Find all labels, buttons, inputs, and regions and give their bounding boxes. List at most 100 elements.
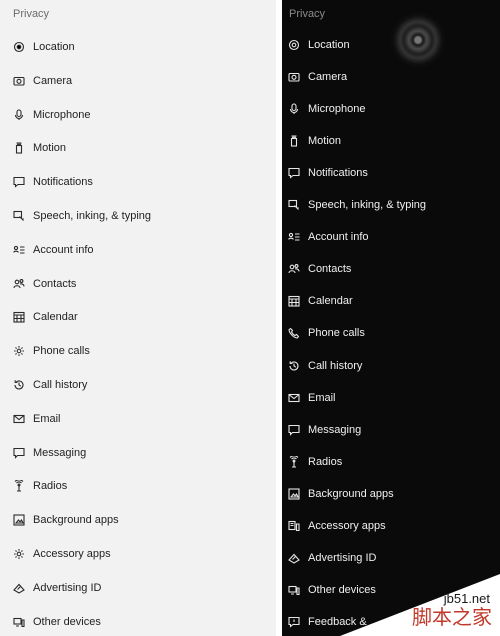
background-apps-icon xyxy=(288,488,300,500)
nav-item-label: Calendar xyxy=(33,311,78,324)
nav-item-label: Speech, inking, & typing xyxy=(33,210,152,222)
camera-icon xyxy=(288,71,300,83)
light-nav-item-phone-calls[interactable]: Phone calls xyxy=(13,341,90,361)
nav-item-label: Email xyxy=(33,412,61,425)
nav-item-label: Background apps xyxy=(308,487,394,500)
history-icon xyxy=(13,379,25,391)
background-apps-icon xyxy=(13,514,25,526)
dark-nav-item-messaging[interactable]: Messaging xyxy=(288,420,361,440)
nav-item-label: Advertising ID xyxy=(33,581,102,594)
light-privacy-panel: Privacy Location Camera Microphone Motion No… xyxy=(0,0,276,636)
dark-nav-item-radios[interactable]: Radios xyxy=(288,452,342,472)
accessory-apps-icon xyxy=(288,520,300,532)
phone-icon xyxy=(288,327,300,340)
radios-icon xyxy=(13,480,25,492)
light-nav-item-account-info[interactable]: Account info xyxy=(13,240,94,260)
microphone-icon xyxy=(13,109,25,121)
speech-icon xyxy=(13,210,25,222)
light-nav-item-contacts[interactable]: Contacts xyxy=(13,274,76,294)
dark-nav-item-accessory-apps[interactable]: Accessory apps xyxy=(288,516,386,536)
advertising-icon xyxy=(13,582,25,594)
camera-lens-image xyxy=(390,12,446,68)
devices-icon xyxy=(13,616,25,628)
light-nav-item-email[interactable]: Email xyxy=(13,409,61,429)
light-nav-item-advertising-id[interactable]: Advertising ID xyxy=(13,578,101,598)
nav-item-label: Contacts xyxy=(308,263,352,276)
nav-item-label: Camera xyxy=(308,71,348,84)
dark-nav-item-email[interactable]: Email xyxy=(288,388,336,408)
dark-nav-item-camera[interactable]: Camera xyxy=(288,67,347,87)
messaging-icon xyxy=(13,447,25,459)
dark-nav-item-microphone[interactable]: Microphone xyxy=(288,99,365,119)
history-icon xyxy=(288,360,300,372)
light-privacy-header: Privacy xyxy=(13,8,50,20)
nav-item-label: Other devices xyxy=(33,615,101,628)
contacts-icon xyxy=(288,263,300,275)
nav-item-label: Speech, inking, & typing xyxy=(308,199,427,212)
watermark: jb51.net 脚本之家 xyxy=(340,574,500,636)
dark-nav-item-call-history[interactable]: Call history xyxy=(288,356,362,376)
dark-nav-item-location[interactable]: Location xyxy=(288,35,350,55)
gear-icon xyxy=(13,345,25,357)
light-nav-item-other-devices[interactable]: Other devices xyxy=(13,612,101,632)
email-icon xyxy=(288,392,300,404)
email-icon xyxy=(13,413,25,425)
dark-nav-item-calendar[interactable]: Calendar xyxy=(288,291,353,311)
light-nav-item-call-history[interactable]: Call history xyxy=(13,375,87,395)
nav-item-label: Motion xyxy=(33,142,67,155)
light-nav-item-speech-inking-typing[interactable]: Speech, inking, & typing xyxy=(13,206,151,226)
dark-privacy-panel: Privacy Location Camera Microphone Motion No… xyxy=(282,0,500,636)
light-nav-item-radios[interactable]: Radios xyxy=(13,476,67,496)
radios-icon xyxy=(288,455,300,468)
account-info-icon xyxy=(288,231,300,243)
nav-item-label: Messaging xyxy=(308,423,362,436)
location-icon xyxy=(13,41,25,53)
light-nav-item-background-apps[interactable]: Background apps xyxy=(13,510,119,530)
dark-nav-item-motion[interactable]: Motion xyxy=(288,131,341,151)
nav-item-label: Microphone xyxy=(33,108,91,121)
nav-item-label: Advertising ID xyxy=(308,551,377,564)
messaging-icon xyxy=(288,424,300,436)
nav-item-label: Notifications xyxy=(33,176,93,189)
dark-nav-item-background-apps[interactable]: Background apps xyxy=(288,484,394,504)
dark-nav-item-speech-inking-typing[interactable]: Speech, inking, & typing xyxy=(288,195,426,215)
nav-item-label: Radios xyxy=(308,455,343,468)
light-nav-item-motion[interactable]: Motion xyxy=(13,138,66,158)
light-nav-item-notifications[interactable]: Notifications xyxy=(13,172,93,192)
nav-item-label: Call history xyxy=(308,359,363,372)
light-nav-item-camera[interactable]: Camera xyxy=(13,71,72,91)
nav-item-label: Accessory apps xyxy=(308,519,386,532)
dark-nav-item-contacts[interactable]: Contacts xyxy=(288,259,351,279)
nav-item-label: Location xyxy=(33,41,75,53)
advertising-icon xyxy=(288,552,300,564)
nav-item-label: Contacts xyxy=(33,277,77,290)
nav-item-label: Background apps xyxy=(33,514,119,527)
speech-icon xyxy=(288,199,300,211)
camera-icon xyxy=(13,75,25,87)
microphone-icon xyxy=(288,103,300,115)
motion-icon xyxy=(288,135,300,147)
account-info-icon xyxy=(13,244,25,256)
watermark-text: 脚本之家 xyxy=(412,607,492,629)
dark-nav-item-account-info[interactable]: Account info xyxy=(288,227,369,247)
dark-nav-item-notifications[interactable]: Notifications xyxy=(288,163,368,183)
dark-nav-item-phone-calls[interactable]: Phone calls xyxy=(288,323,365,343)
nav-item-label: Location xyxy=(308,39,350,51)
light-nav-item-accessory-apps[interactable]: Accessory apps xyxy=(13,544,111,564)
nav-item-label: Notifications xyxy=(308,167,368,180)
devices-icon xyxy=(288,584,300,596)
light-nav-item-microphone[interactable]: Microphone xyxy=(13,105,90,125)
nav-item-label: Camera xyxy=(33,74,73,87)
nav-item-label: Email xyxy=(308,391,336,404)
nav-item-label: Accessory apps xyxy=(33,548,111,560)
calendar-icon xyxy=(288,295,300,307)
gear-icon xyxy=(13,548,25,560)
light-nav-item-location[interactable]: Location xyxy=(13,37,75,57)
nav-item-label: Account info xyxy=(33,243,94,256)
light-nav-item-messaging[interactable]: Messaging xyxy=(13,443,86,463)
nav-item-label: Call history xyxy=(33,379,88,391)
dark-nav-item-advertising-id[interactable]: Advertising ID xyxy=(288,548,376,568)
light-nav-item-calendar[interactable]: Calendar xyxy=(13,307,78,327)
motion-icon xyxy=(13,142,25,154)
nav-item-label: Motion xyxy=(308,135,342,148)
